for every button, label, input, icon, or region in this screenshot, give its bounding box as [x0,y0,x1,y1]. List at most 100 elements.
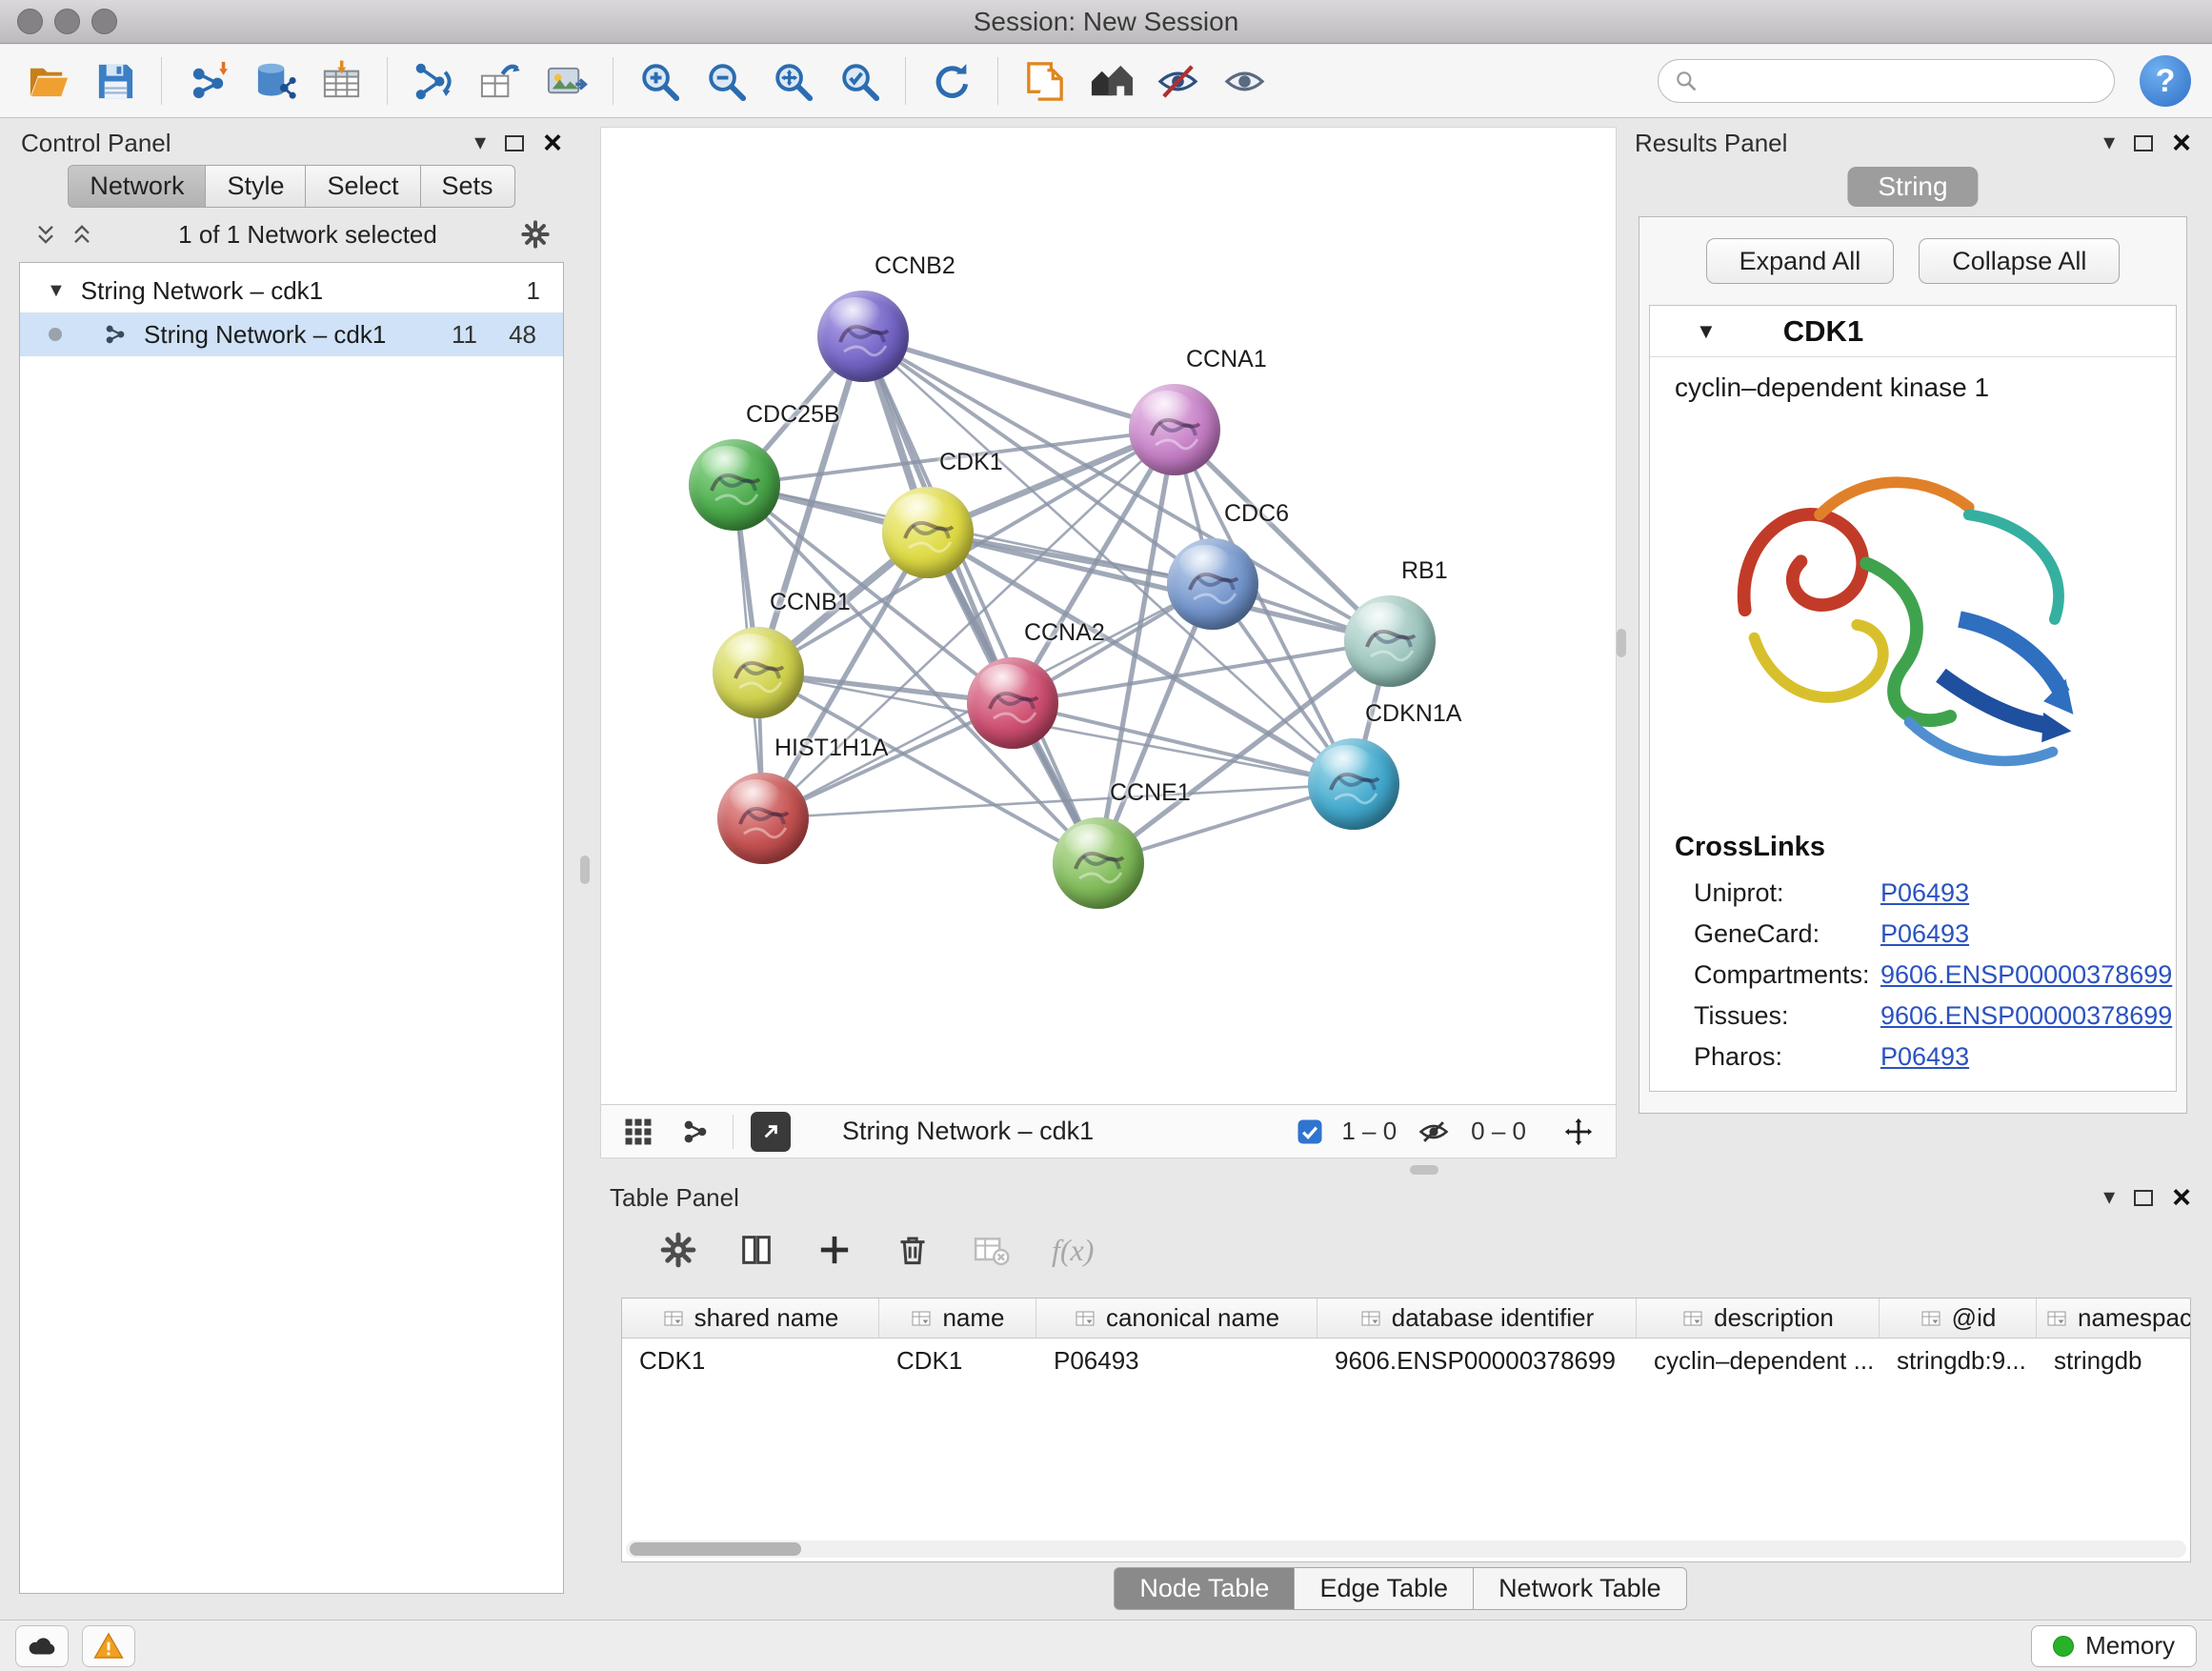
panel-collapse-icon[interactable]: ▾ [2103,1186,2115,1209]
selected-checkbox-icon[interactable] [1296,1117,1324,1146]
zoom-out-button[interactable] [693,51,759,111]
left-splitter-handle[interactable] [580,856,590,884]
gene-card-header[interactable]: ▼ CDK1 [1650,306,2176,357]
import-network-from-database-button[interactable] [241,51,308,111]
zoom-in-button[interactable] [626,51,693,111]
network-node-ccnb2[interactable] [817,291,909,382]
collapse-all-button[interactable]: Collapse All [1919,238,2120,284]
tab-network-table[interactable]: Network Table [1474,1567,1687,1610]
crosslink-genecard-link[interactable]: P06493 [1880,919,1969,949]
toolbar-separator [905,57,906,105]
grid-view-button[interactable] [618,1112,658,1152]
zoom-selected-button[interactable] [826,51,893,111]
help-button[interactable]: ? [2140,55,2191,107]
table-row[interactable]: CDK1 CDK1 P06493 9606.ENSP00000378699 cy… [622,1339,2190,1382]
column-header-name[interactable]: name [879,1299,1036,1338]
horizontal-splitter-handle[interactable] [1410,1165,1438,1175]
panel-float-icon[interactable] [2134,1190,2153,1206]
panel-close-icon[interactable]: × [2172,1181,2191,1214]
delete-table-button-disabled [966,1227,1016,1273]
network-node-cdc25b[interactable] [689,439,780,531]
tab-sets[interactable]: Sets [421,165,515,208]
panel-float-icon[interactable] [505,135,524,151]
panel-collapse-icon[interactable]: ▾ [474,131,486,154]
network-node-ccna1[interactable] [1129,384,1220,475]
crosslink-pharos-link[interactable]: P06493 [1880,1042,1969,1072]
tab-edge-table[interactable]: Edge Table [1295,1567,1474,1610]
apply-layout-button[interactable] [918,51,985,111]
network-collection-row[interactable]: ▼ String Network – cdk1 1 [20,269,563,312]
show-graphics-button[interactable] [1211,51,1277,111]
network-node-cdc6[interactable] [1167,538,1258,630]
panel-float-icon[interactable] [2134,135,2153,151]
column-header-canonical-name[interactable]: canonical name [1036,1299,1317,1338]
save-session-button[interactable] [82,51,149,111]
warnings-button[interactable] [82,1625,135,1667]
column-header-shared-name[interactable]: shared name [622,1299,879,1338]
new-network-from-selection-button[interactable] [400,51,467,111]
search-input[interactable] [1708,67,2099,96]
tree-caret-icon[interactable]: ▼ [47,280,66,302]
network-node-ccne1[interactable] [1053,817,1144,909]
crosslink-compartments-link[interactable]: 9606.ENSP00000378699 [1880,960,2172,990]
cell-canonical-name[interactable]: P06493 [1036,1346,1317,1376]
panel-close-icon[interactable]: × [543,127,562,159]
crosslink-tissues-link[interactable]: 9606.ENSP00000378699 [1880,1001,2172,1031]
column-header-namespace[interactable]: namespac [2037,1299,2191,1338]
import-table-button[interactable] [308,51,374,111]
cell-description[interactable]: cyclin–dependent ... [1637,1346,1880,1376]
main-toolbar: ? [0,45,2212,118]
add-column-button[interactable] [810,1227,859,1273]
cell-id[interactable]: stringdb:9... [1880,1346,2037,1376]
edit-network-table-button[interactable] [467,51,533,111]
detach-view-button[interactable] [751,1112,791,1152]
panel-collapse-icon[interactable]: ▾ [2103,131,2115,154]
network-node-hist1h1a[interactable] [717,773,809,864]
search-box[interactable] [1658,59,2115,103]
crosslinks-title: CrossLinks [1650,828,2176,873]
cell-name[interactable]: CDK1 [879,1346,1036,1376]
delete-column-button[interactable] [888,1227,937,1273]
column-header-database-identifier[interactable]: database identifier [1317,1299,1637,1338]
expand-all-button[interactable]: Expand All [1706,238,1895,284]
tab-node-table[interactable]: Node Table [1114,1567,1295,1610]
cell-shared-name[interactable]: CDK1 [622,1346,879,1376]
network-row-selected[interactable]: String Network – cdk1 11 48 [20,312,563,356]
hidden-items-icon[interactable] [1414,1112,1454,1152]
tab-style[interactable]: Style [206,165,306,208]
network-node-rb1[interactable] [1344,595,1436,687]
cell-database-identifier[interactable]: 9606.ENSP00000378699 [1317,1346,1637,1376]
crosslink-uniprot-link[interactable]: P06493 [1880,878,1969,908]
show-columns-button[interactable] [732,1227,781,1273]
expand-all-icon[interactable] [32,221,59,248]
cell-namespace[interactable]: stringdb [2037,1346,2191,1376]
network-node-cdk1[interactable] [882,487,974,578]
cloud-status-button[interactable] [15,1625,69,1667]
annotation-document-button[interactable] [1011,51,1077,111]
gear-icon[interactable] [520,219,551,250]
column-header-id[interactable]: @id [1880,1299,2037,1338]
collapse-all-icon[interactable] [69,221,95,248]
network-canvas[interactable]: CCNB2CCNA1CDC25BCDK1CDC6RB1CCNB1CCNA2CDK… [601,128,1616,1105]
network-node-cdkn1a[interactable] [1308,738,1399,830]
scrollbar-thumb[interactable] [630,1542,801,1556]
hide-graphics-button[interactable] [1144,51,1211,111]
column-header-description[interactable]: description [1637,1299,1880,1338]
open-session-button[interactable] [15,51,82,111]
import-network-button[interactable] [174,51,241,111]
memory-button[interactable]: Memory [2031,1625,2197,1667]
pan-tool-button[interactable] [1558,1112,1599,1152]
tab-network[interactable]: Network [68,165,206,208]
gene-collapse-icon[interactable]: ▼ [1696,319,1717,344]
network-overview-button[interactable] [1077,51,1144,111]
network-list-button[interactable] [675,1112,715,1152]
tab-select[interactable]: Select [306,165,420,208]
export-image-button[interactable] [533,51,600,111]
network-node-ccnb1[interactable] [713,627,804,718]
results-panel: Results Panel ▾ × String Expand All Coll… [1625,127,2201,1158]
panel-close-icon[interactable]: × [2172,127,2191,159]
tab-string[interactable]: String [1847,167,1978,207]
table-settings-button[interactable] [654,1227,703,1273]
zoom-fit-button[interactable] [759,51,826,111]
network-node-ccna2[interactable] [967,657,1058,749]
